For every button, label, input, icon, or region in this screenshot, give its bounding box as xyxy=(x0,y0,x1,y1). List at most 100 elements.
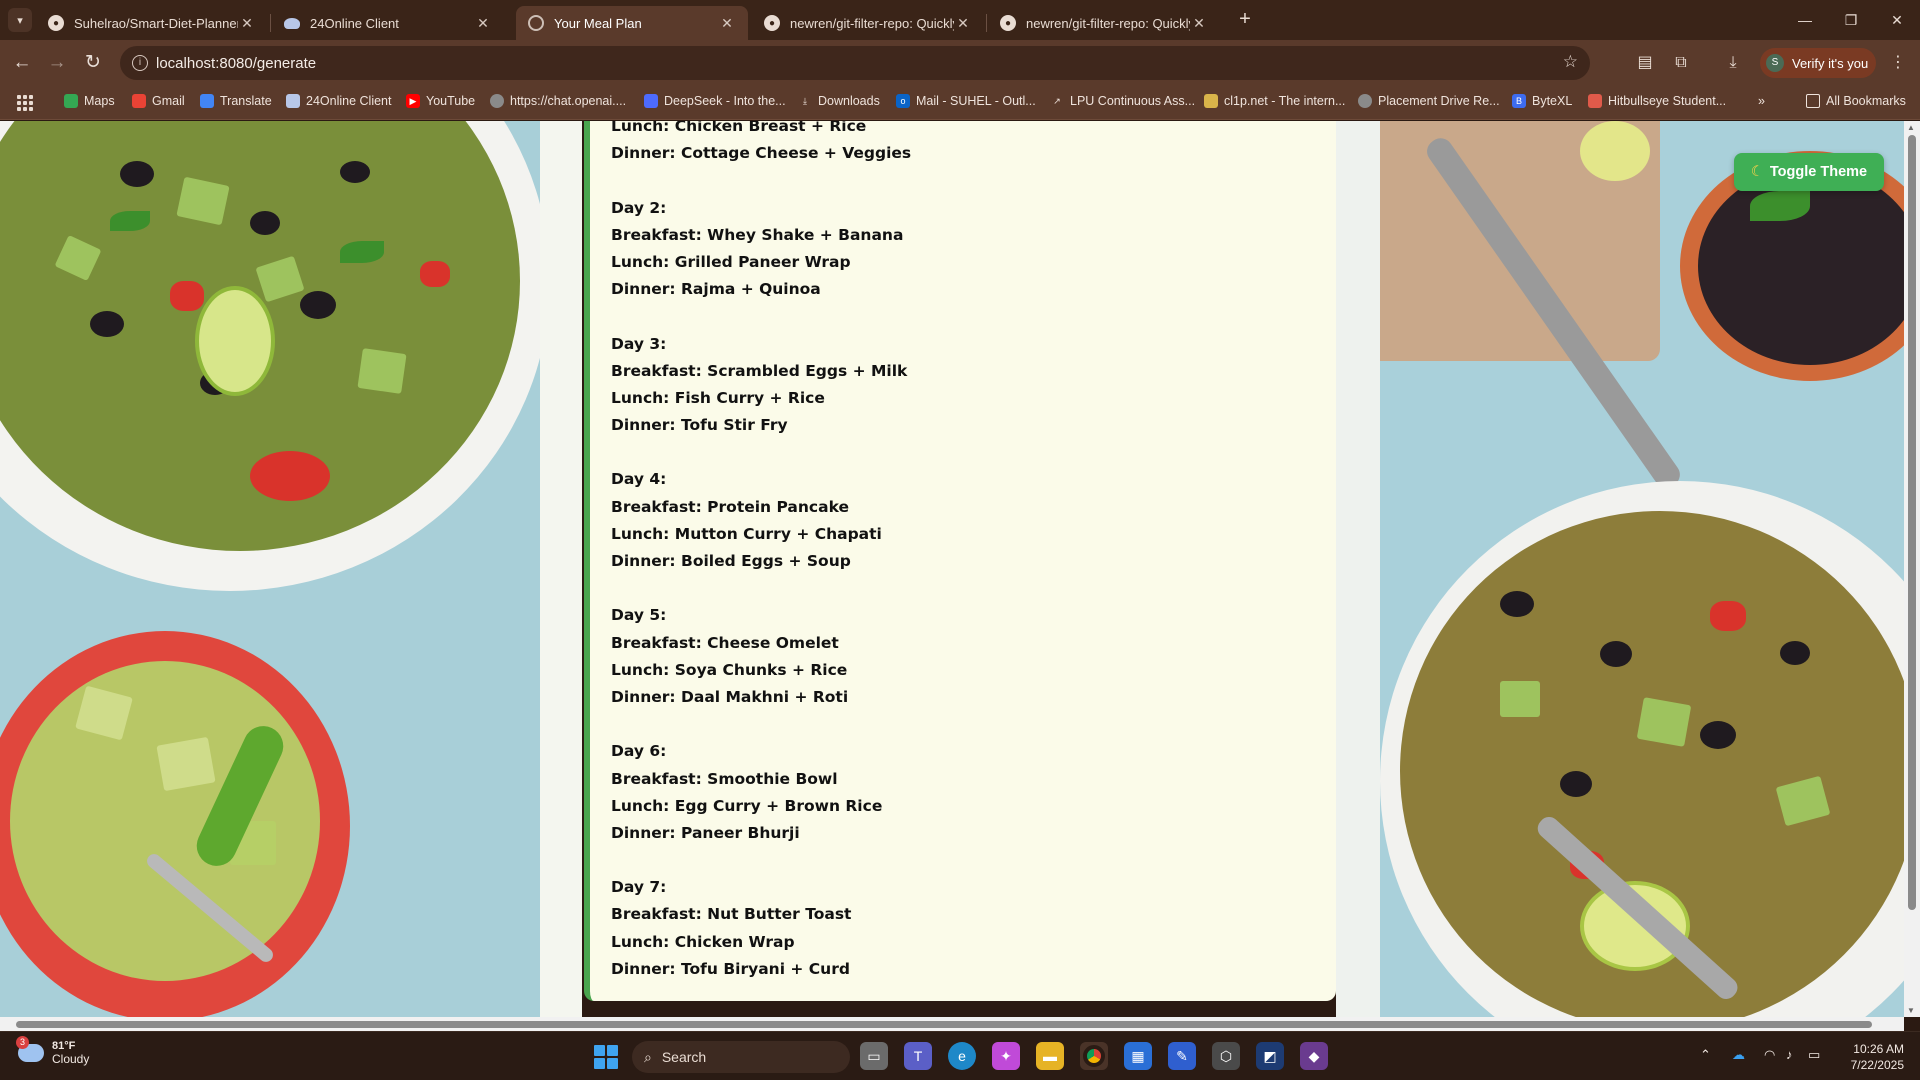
page-margin xyxy=(1336,121,1380,1017)
battery-icon[interactable]: ▭ xyxy=(1808,1047,1820,1063)
bookmark-label: Hitbullseye Student... xyxy=(1608,94,1727,108)
bookmark-bytexl[interactable]: B ByteXL xyxy=(1512,94,1572,108)
close-tab-icon[interactable]: ✕ xyxy=(238,15,256,32)
system-clock[interactable]: 10:26 AM 7/22/2025 xyxy=(1838,1041,1904,1073)
chrome-icon[interactable] xyxy=(1080,1042,1108,1070)
bookmarks-overflow-icon[interactable]: » xyxy=(1758,94,1765,108)
bookmark-cl1p[interactable]: cl1p.net - The intern... xyxy=(1204,94,1345,108)
toggle-theme-button[interactable]: ☾ Toggle Theme xyxy=(1734,153,1884,191)
notification-badge: 3 xyxy=(16,1036,29,1049)
meal-lunch: Lunch: Chicken Wrap xyxy=(611,932,795,951)
copilot-icon[interactable]: ✦ xyxy=(992,1042,1020,1070)
all-bookmarks-button[interactable]: All Bookmarks xyxy=(1806,94,1906,108)
address-bar[interactable]: i localhost:8080/generate ☆ xyxy=(120,46,1590,80)
bookmark-youtube[interactable]: ▶ YouTube xyxy=(406,94,475,108)
bookmark-downloads[interactable]: ⤓ Downloads xyxy=(798,94,880,108)
tab-title: newren/git-filter-repo: Quickly xyxy=(1026,15,1190,31)
meal-breakfast: Breakfast: Whey Shake + Banana xyxy=(611,225,904,244)
microsoft-store-icon[interactable]: ▦ xyxy=(1124,1042,1152,1070)
day-heading: Day 6: xyxy=(611,742,667,761)
bookmark-deepseek[interactable]: DeepSeek - Into the... xyxy=(644,94,786,108)
bookmark-24online[interactable]: 24Online Client xyxy=(286,94,391,108)
bookmark-gmail[interactable]: Gmail xyxy=(132,94,185,108)
settings-app-icon[interactable]: ⬡ xyxy=(1212,1042,1240,1070)
taskbar-search[interactable]: ⌕ Search xyxy=(632,1041,850,1073)
wifi-icon[interactable]: ◠ xyxy=(1764,1047,1775,1063)
sql-tool-icon[interactable]: ◩ xyxy=(1256,1042,1284,1070)
bookmarks-bar: Maps Gmail Translate 24Online Client ▶ Yo… xyxy=(0,86,1920,120)
reload-icon[interactable]: ↻ xyxy=(80,50,106,76)
scrollbar-thumb[interactable] xyxy=(16,1021,1872,1028)
bookmark-translate[interactable]: Translate xyxy=(200,94,272,108)
bookmark-lpu[interactable]: ↗ LPU Continuous Ass... xyxy=(1050,94,1195,108)
tab-search-icon[interactable]: ▤ xyxy=(1634,52,1656,74)
cl1p-icon xyxy=(1204,94,1218,108)
file-explorer-icon[interactable]: ▬ xyxy=(1036,1042,1064,1070)
horizontal-scrollbar[interactable] xyxy=(0,1017,1904,1031)
bookmark-hitbullseye[interactable]: Hitbullseye Student... xyxy=(1588,94,1726,108)
close-tab-icon[interactable]: ✕ xyxy=(1190,15,1208,32)
bookmark-star-icon[interactable]: ☆ xyxy=(1563,52,1578,72)
meal-dinner: Dinner: Tofu Biryani + Curd xyxy=(611,959,850,978)
weather-temperature: 81°F xyxy=(52,1040,76,1052)
bookmark-placement[interactable]: Placement Drive Re... xyxy=(1358,94,1500,108)
teams-icon[interactable]: T xyxy=(904,1042,932,1070)
bookmark-chatgpt[interactable]: https://chat.openai.... xyxy=(490,94,626,108)
scroll-down-icon[interactable]: ▼ xyxy=(1907,1006,1915,1015)
restore-button[interactable]: ❐ xyxy=(1828,6,1874,34)
meal-breakfast: Breakfast: Nut Butter Toast xyxy=(611,905,852,924)
bookmark-label: Downloads xyxy=(818,94,880,108)
tab-git-filter-repo-2[interactable]: ● newren/git-filter-repo: Quickly ✕ xyxy=(988,6,1220,40)
meal-dinner: Dinner: Rajma + Quinoa xyxy=(611,280,821,299)
globe-icon xyxy=(528,15,544,31)
tab-your-meal-plan[interactable]: Your Meal Plan ✕ xyxy=(516,6,748,40)
app-icon[interactable]: ◆ xyxy=(1300,1042,1328,1070)
hitbullseye-icon xyxy=(1588,94,1602,108)
tab-strip: ▾ ● Suhelrao/Smart-Diet-Planner ✕ 24Onli… xyxy=(0,0,1920,40)
close-window-button[interactable]: ✕ xyxy=(1874,6,1920,34)
scrollbar-thumb[interactable] xyxy=(1908,135,1916,910)
site-info-icon[interactable]: i xyxy=(132,55,148,71)
profile-verify-button[interactable]: S Verify it's you xyxy=(1760,48,1876,78)
start-button[interactable] xyxy=(594,1045,618,1069)
apps-grid-icon[interactable] xyxy=(17,95,33,111)
back-icon[interactable]: ← xyxy=(9,50,35,76)
meal-breakfast: Breakfast: Scrambled Eggs + Milk xyxy=(611,361,908,380)
bookmark-maps[interactable]: Maps xyxy=(64,94,115,108)
background-food-image-left xyxy=(0,121,540,1017)
cloud-icon xyxy=(284,17,300,29)
bookmark-label: 24Online Client xyxy=(306,94,392,108)
translate-icon xyxy=(200,94,214,108)
close-tab-icon[interactable]: ✕ xyxy=(718,15,736,32)
forward-icon[interactable]: → xyxy=(44,50,70,76)
minimize-button[interactable]: — xyxy=(1782,6,1828,34)
bookmark-outlook[interactable]: o Mail - SUHEL - Outl... xyxy=(896,94,1036,108)
extensions-icon[interactable]: ⧉ xyxy=(1670,52,1692,74)
tab-24online-client[interactable]: 24Online Client ✕ xyxy=(272,6,504,40)
weather-widget[interactable]: 3 81°F Cloudy xyxy=(16,1036,89,1066)
visual-studio-icon[interactable]: ✎ xyxy=(1168,1042,1196,1070)
edge-icon[interactable]: e xyxy=(948,1042,976,1070)
tab-git-filter-repo-1[interactable]: ● newren/git-filter-repo: Quickly ✕ xyxy=(752,6,984,40)
downloads-icon[interactable]: ⤓ xyxy=(1722,52,1744,74)
tab-search-menu-button[interactable]: ▾ xyxy=(8,8,32,32)
onedrive-icon[interactable]: ☁ xyxy=(1732,1047,1745,1063)
volume-icon[interactable]: ♪ xyxy=(1786,1047,1793,1062)
meal-dinner: Dinner: Tofu Stir Fry xyxy=(611,416,788,435)
close-tab-icon[interactable]: ✕ xyxy=(474,15,492,32)
vertical-scrollbar[interactable]: ▲ ▼ xyxy=(1904,121,1920,1017)
search-label: Search xyxy=(661,1049,707,1065)
avatar: S xyxy=(1766,54,1784,72)
scroll-up-icon[interactable]: ▲ xyxy=(1907,123,1915,132)
task-view-icon[interactable]: ▭ xyxy=(860,1042,888,1070)
close-tab-icon[interactable]: ✕ xyxy=(954,15,972,32)
browser-menu-icon[interactable]: ⋮ xyxy=(1888,52,1908,72)
tab-smart-diet-planner[interactable]: ● Suhelrao/Smart-Diet-Planner ✕ xyxy=(36,6,268,40)
clock-date: 7/22/2025 xyxy=(1850,1058,1904,1072)
new-tab-button[interactable]: + xyxy=(1233,8,1257,32)
globe-icon xyxy=(1358,94,1372,108)
address-url[interactable]: localhost:8080/generate xyxy=(156,55,316,72)
meal-lunch: Lunch: Mutton Curry + Chapati xyxy=(611,524,882,543)
tray-overflow-icon[interactable]: ⌃ xyxy=(1700,1047,1711,1063)
meal-breakfast: Breakfast: Protein Pancake xyxy=(611,497,849,516)
